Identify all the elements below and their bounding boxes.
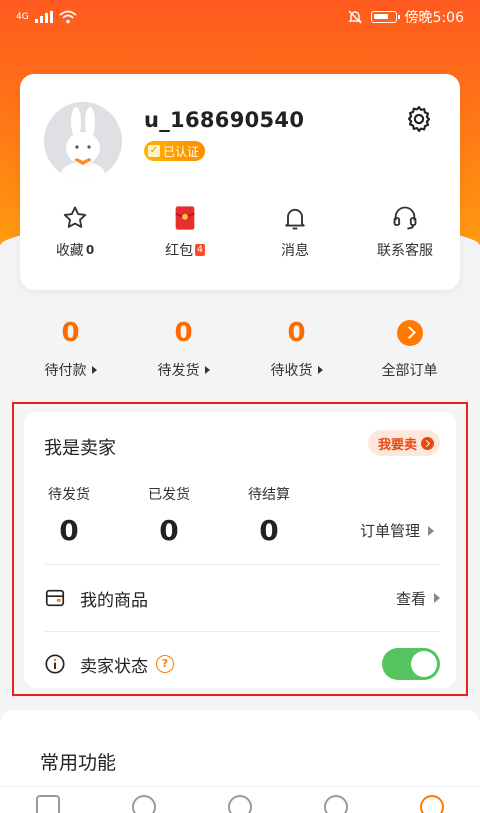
order-management-link[interactable]: 订单管理 — [360, 520, 434, 541]
customer-service-label: 联系客服 — [377, 243, 433, 259]
bell-icon — [285, 208, 305, 230]
nav-home[interactable] — [0, 787, 96, 813]
stat-label: 待结算 — [248, 487, 290, 503]
arrow-right-circle-icon — [396, 320, 423, 346]
message-icon — [324, 795, 348, 813]
mute-bell-icon — [347, 10, 362, 24]
verified-badge: ✓ 已认证 — [144, 141, 206, 161]
help-question-icon[interactable]: ? — [156, 655, 174, 673]
rabbit-avatar-icon — [61, 107, 105, 180]
quick-link-messages[interactable]: 消息 — [240, 204, 350, 260]
view-label: 查看 — [395, 589, 426, 608]
favorites-count: 0 — [85, 243, 95, 257]
pending-payment-count: 0 — [61, 318, 80, 348]
favorites-label: 收藏 — [55, 243, 84, 259]
settings-gear-icon[interactable] — [404, 104, 434, 134]
stat-value: 0 — [259, 514, 279, 547]
arrow-right-circle-icon — [421, 436, 434, 450]
divider — [44, 564, 440, 565]
triangle-right-icon — [91, 366, 97, 374]
seller-highlight-box: 我是卖家 我要卖 待发货 0 已发货 0 待结算 0 订单管理 我的商品 查看 — [12, 402, 468, 696]
triangle-right-icon — [204, 366, 210, 374]
sell-button[interactable]: 我要卖 — [367, 430, 440, 456]
pending-payment-label: 待付款 — [44, 363, 87, 379]
order-management-label: 订单管理 — [359, 522, 420, 540]
divider — [44, 631, 440, 632]
search-icon — [132, 795, 156, 813]
stat-to-ship[interactable]: 待发货 0 — [44, 484, 94, 547]
seller-card: 我是卖家 我要卖 待发货 0 已发货 0 待结算 0 订单管理 我的商品 查看 — [24, 412, 456, 688]
user-icon — [420, 795, 444, 813]
stat-label: 已发货 — [148, 487, 190, 503]
common-functions-title: 常用功能 — [40, 752, 117, 774]
stat-value: 0 — [59, 514, 79, 547]
info-icon — [45, 654, 65, 674]
stat-label: 待发货 — [48, 487, 90, 503]
check-icon: ✓ — [148, 145, 160, 157]
plus-circle-icon — [228, 795, 252, 813]
red-envelope-icon — [175, 206, 195, 230]
seller-title: 我是卖家 — [44, 438, 116, 459]
order-pending-shipment[interactable]: 0 待发货 — [127, 318, 240, 380]
order-all[interactable]: 全部订单 — [353, 318, 466, 380]
seller-status-toggle[interactable] — [382, 648, 440, 680]
headset-icon — [393, 206, 417, 230]
sell-button-label: 我要卖 — [377, 437, 417, 453]
star-icon — [63, 206, 87, 228]
seller-status-row: 卖家状态 ? — [44, 644, 440, 684]
red-envelope-count: 4 — [195, 244, 205, 256]
all-orders-label: 全部订单 — [381, 363, 438, 379]
triangle-right-icon — [317, 366, 323, 374]
order-pending-payment[interactable]: 0 待付款 — [14, 318, 127, 380]
my-products-row[interactable]: 我的商品 查看 — [44, 578, 440, 618]
quick-link-customer-service[interactable]: 联系客服 — [350, 204, 460, 260]
triangle-right-icon — [428, 525, 434, 536]
stat-value: 0 — [159, 514, 179, 547]
clock-text: 傍晚5:06 — [404, 10, 464, 26]
my-products-label: 我的商品 — [80, 590, 148, 611]
pending-receipt-label: 待收货 — [270, 363, 313, 379]
pending-shipment-count: 0 — [174, 318, 193, 348]
quick-link-red-envelope[interactable]: 红包 4 — [130, 204, 240, 260]
stat-shipped[interactable]: 已发货 0 — [144, 484, 194, 547]
bottom-nav — [0, 786, 480, 813]
order-status-row: 0 待付款 0 待发货 0 待收货 全部订单 — [14, 318, 466, 380]
username: u_168690540 — [144, 108, 305, 132]
home-icon — [36, 795, 60, 813]
seller-status-label: 卖家状态 — [80, 656, 148, 677]
status-bar: 4G 傍晚5:06 — [0, 0, 480, 34]
quick-links: 收藏 0 红包 4 消息 联系客服 — [20, 204, 460, 260]
pending-shipment-label: 待发货 — [157, 363, 200, 379]
order-pending-receipt[interactable]: 0 待收货 — [240, 318, 353, 380]
profile-card: u_168690540 ✓ 已认证 收藏 0 红包 4 消息 联系客服 — [20, 74, 460, 290]
triangle-right-icon — [434, 593, 440, 603]
nav-discover[interactable] — [96, 787, 192, 813]
messages-label: 消息 — [281, 243, 309, 259]
nav-messages[interactable] — [288, 787, 384, 813]
battery-icon — [370, 11, 400, 23]
stat-to-settle[interactable]: 待结算 0 — [244, 484, 294, 547]
pending-receipt-count: 0 — [287, 318, 306, 348]
signal-icon — [34, 11, 53, 23]
red-envelope-label: 红包 — [165, 243, 194, 259]
nav-publish[interactable] — [192, 787, 288, 813]
nav-me[interactable] — [384, 787, 480, 813]
quick-link-favorites[interactable]: 收藏 0 — [20, 204, 130, 260]
verified-label: 已认证 — [163, 144, 200, 159]
network-label: 4G — [16, 12, 29, 22]
avatar[interactable] — [44, 102, 122, 180]
wallet-icon — [45, 589, 65, 607]
wifi-icon — [59, 10, 77, 24]
